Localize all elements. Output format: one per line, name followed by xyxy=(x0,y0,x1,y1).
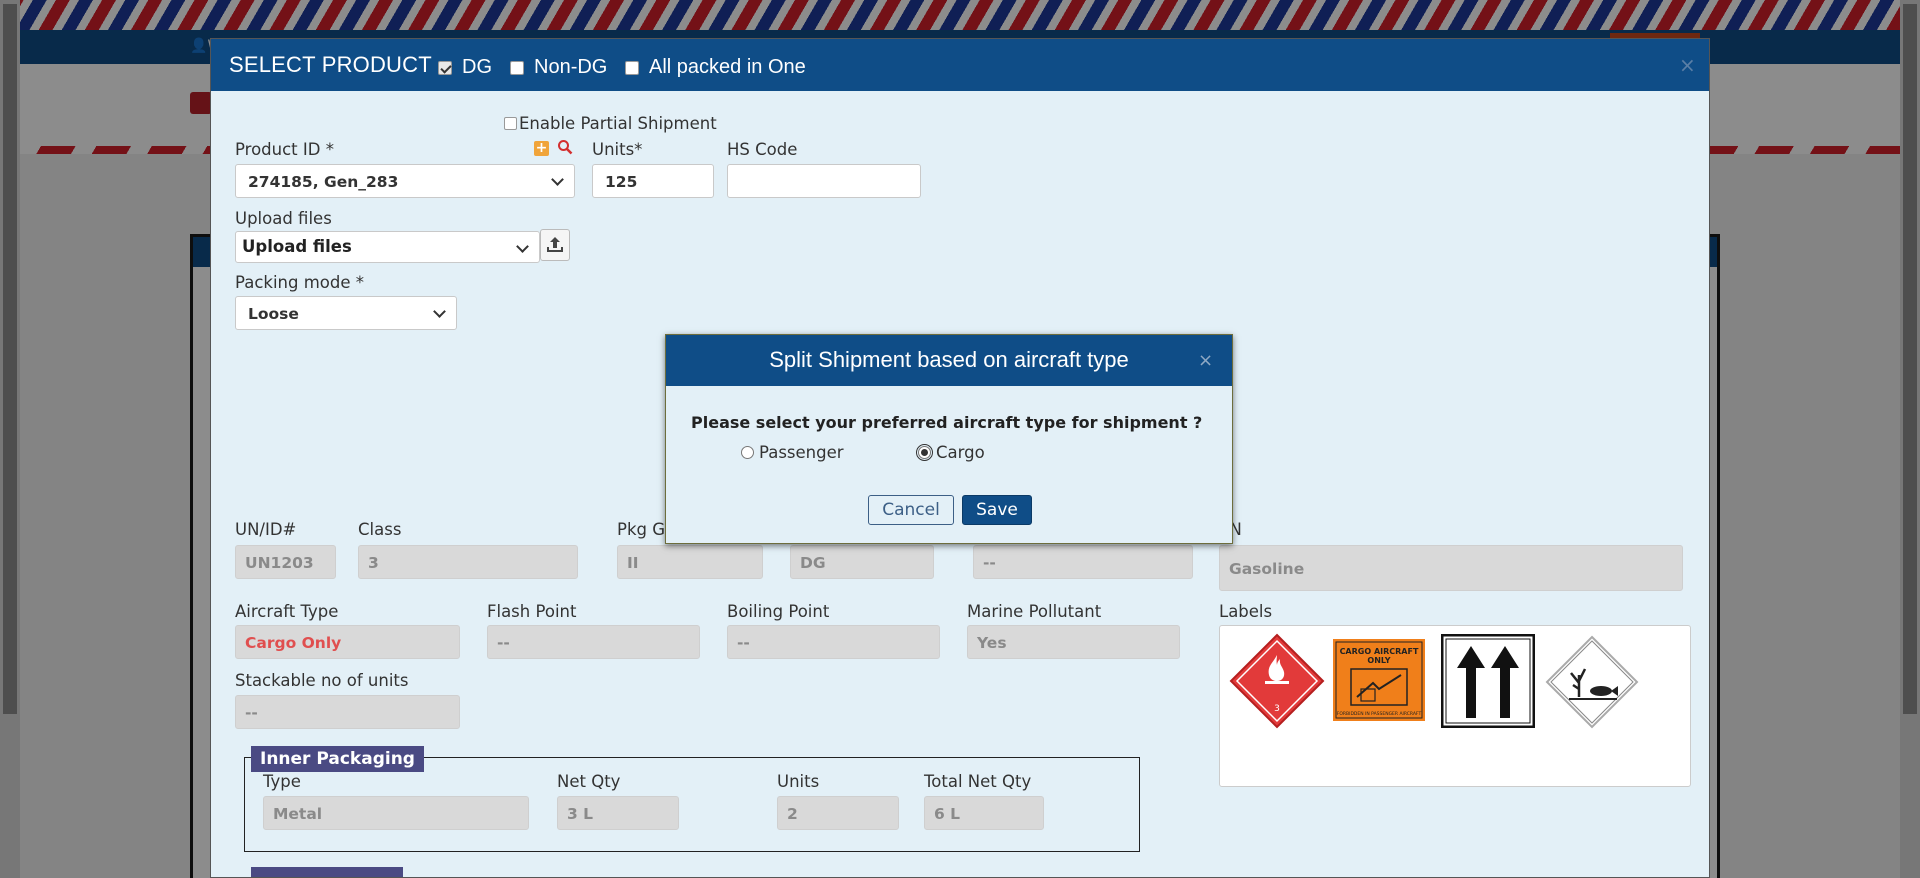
passenger-radio-label: Passenger xyxy=(759,443,844,462)
packing-mode-select[interactable]: Loose xyxy=(235,296,457,330)
split-dialog-title: Split Shipment based on aircraft type xyxy=(769,347,1129,372)
aircraft-type-label: Aircraft Type xyxy=(235,602,339,621)
all-packed-checkbox-label: All packed in One xyxy=(649,56,806,78)
inner-units-label: Units xyxy=(777,772,820,791)
enable-partial-shipment-checkbox[interactable]: Enable Partial Shipment xyxy=(504,114,717,133)
non-dg-checkbox-box[interactable] xyxy=(510,60,524,75)
upload-button[interactable] xyxy=(540,229,570,261)
modal-header: SELECT PRODUCT DG Non-DG All packed in O… xyxy=(211,39,1709,91)
cargo-label-footer: FORBIDDEN IN PASSENGER AIRCRAFT xyxy=(1337,711,1422,717)
inner-packaging-legend: Inner Packaging xyxy=(251,746,424,772)
stackable-field: -- xyxy=(235,695,460,729)
dg-checkbox-label: DG xyxy=(462,56,492,78)
split-dialog-header: Split Shipment based on aircraft type × xyxy=(666,335,1232,386)
flammable-class-number: 3 xyxy=(1274,704,1280,714)
upload-files-label: Upload files xyxy=(235,209,332,228)
class-label: Class xyxy=(358,520,402,539)
marine-pollutant-field: Yes xyxy=(967,625,1180,659)
inner-units-field: 2 xyxy=(777,796,899,830)
labels-label: Labels xyxy=(1219,602,1273,621)
dg-checkbox[interactable]: DG xyxy=(438,56,492,79)
cargo-radio-dot[interactable] xyxy=(916,444,933,461)
outer-packaging-legend xyxy=(251,867,403,877)
inner-type-label: Type xyxy=(263,772,301,791)
net-qty-field: 3 L xyxy=(557,796,679,830)
pkg-group-label: Pkg Gr xyxy=(617,520,672,539)
upload-icon xyxy=(547,237,563,252)
dg-checkbox-box[interactable] xyxy=(438,60,452,75)
this-way-up-label-icon xyxy=(1441,634,1535,728)
search-product-icon[interactable] xyxy=(557,139,573,155)
passenger-radio[interactable]: Passenger xyxy=(741,443,844,462)
flammable-liquid-label-icon: 3 xyxy=(1229,633,1325,729)
packing-mode-label: Packing mode * xyxy=(235,273,364,292)
modal-title: SELECT PRODUCT xyxy=(229,52,432,77)
product-id-select[interactable]: 274185, Gen_283 xyxy=(235,164,575,198)
non-dg-checkbox-label: Non-DG xyxy=(534,56,608,78)
partial-shipment-box[interactable] xyxy=(504,117,517,130)
aircraft-type-field: Cargo Only xyxy=(235,625,460,659)
upload-files-select[interactable]: Upload files xyxy=(235,231,540,263)
flash-point-label: Flash Point xyxy=(487,602,577,621)
units-input[interactable]: 125 xyxy=(592,164,714,198)
cancel-button[interactable]: Cancel xyxy=(868,495,954,525)
aircraft-type-question: Please select your preferred aircraft ty… xyxy=(691,413,1203,432)
pkg-group-field: II xyxy=(617,545,763,579)
total-net-qty-field: 6 L xyxy=(924,796,1044,830)
un-id-field: UN1203 xyxy=(235,545,336,579)
inner-type-field: Metal xyxy=(263,796,529,830)
add-product-icon[interactable]: + xyxy=(534,141,549,156)
split-dialog-close-icon[interactable]: × xyxy=(1198,350,1213,371)
psn-field: Gasoline xyxy=(1219,545,1683,591)
cargo-aircraft-only-label-icon: CARGO AIRCRAFT ONLY FORBIDDEN IN PASSENG… xyxy=(1333,639,1425,721)
cargo-radio-label: Cargo xyxy=(936,443,985,462)
hs-code-input[interactable] xyxy=(727,164,921,198)
total-net-qty-label: Total Net Qty xyxy=(924,772,1032,791)
units-label: Units* xyxy=(592,140,643,159)
marine-pollutant-label: Marine Pollutant xyxy=(967,602,1102,621)
stackable-label: Stackable no of units xyxy=(235,671,409,690)
split-shipment-dialog: Split Shipment based on aircraft type × … xyxy=(665,334,1233,544)
dg-extra-field: -- xyxy=(973,545,1193,579)
hs-code-label: HS Code xyxy=(727,140,798,159)
net-qty-label: Net Qty xyxy=(557,772,621,791)
cargo-label-line1: CARGO AIRCRAFT xyxy=(1340,647,1419,656)
all-packed-checkbox[interactable]: All packed in One xyxy=(625,56,806,79)
boiling-point-label: Boiling Point xyxy=(727,602,830,621)
un-id-label: UN/ID# xyxy=(235,520,297,539)
flash-point-field: -- xyxy=(487,625,700,659)
cargo-label-line2: ONLY xyxy=(1367,656,1390,665)
all-packed-checkbox-box[interactable] xyxy=(625,60,639,75)
non-dg-checkbox[interactable]: Non-DG xyxy=(510,56,607,79)
dg-type-field: DG xyxy=(790,545,934,579)
modal-close-icon[interactable]: × xyxy=(1679,53,1696,77)
product-id-label: Product ID * xyxy=(235,140,334,159)
boiling-point-field: -- xyxy=(727,625,940,659)
environmentally-hazardous-label-icon xyxy=(1545,635,1639,729)
passenger-radio-dot[interactable] xyxy=(741,446,754,459)
partial-shipment-label: Enable Partial Shipment xyxy=(519,114,717,133)
save-button[interactable]: Save xyxy=(962,495,1032,525)
cargo-radio[interactable]: Cargo xyxy=(916,443,985,462)
class-field: 3 xyxy=(358,545,578,579)
